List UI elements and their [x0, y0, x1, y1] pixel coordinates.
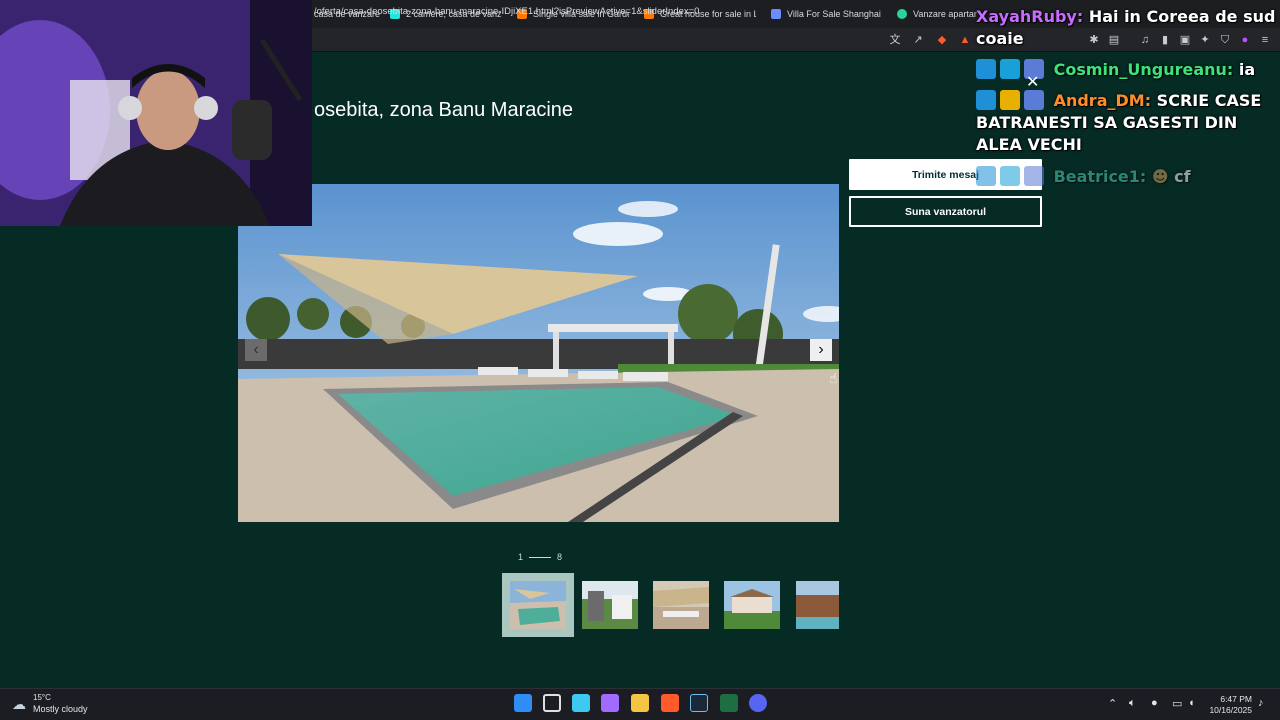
- chat-username: Cosmin_Ungureanu:: [1053, 60, 1234, 79]
- slider-divider: [529, 556, 552, 558]
- page-title: osebita, zona Banu Maracine: [314, 99, 574, 121]
- chat-username: Beatrice1:: [1053, 167, 1147, 186]
- moderator-badge-icon: [976, 90, 996, 110]
- thumbnail[interactable]: [510, 581, 566, 629]
- clock-date[interactable]: 10/16/2025: [1208, 705, 1252, 715]
- network-icon[interactable]: ▭: [1172, 697, 1182, 710]
- tab-label: Vanzare apartame: [913, 9, 977, 19]
- file-explorer-icon[interactable]: [631, 694, 649, 712]
- thumbnail[interactable]: [724, 581, 780, 629]
- cloud-icon: ☁: [12, 696, 26, 712]
- close-icon[interactable]: ✕: [1026, 72, 1039, 92]
- weather-temp[interactable]: 15°C: [33, 693, 51, 702]
- streamer-webcam-image: [0, 0, 312, 226]
- moderator-badge-icon: [976, 166, 996, 186]
- clock-time[interactable]: 6:47 PM: [1216, 694, 1252, 704]
- gallery-main-image[interactable]: [238, 184, 839, 522]
- thumbnail[interactable]: [653, 581, 709, 629]
- notification-bell-icon[interactable]: ♪: [1258, 697, 1264, 709]
- slider-counter: 1 8: [518, 552, 562, 562]
- translate-icon[interactable]: 文: [888, 33, 902, 47]
- brave-shield-icon[interactable]: ◆: [935, 33, 949, 47]
- excel-icon[interactable]: [720, 694, 738, 712]
- brave-rewards-icon[interactable]: ▲: [958, 33, 972, 47]
- hand-cursor-icon: ☝: [829, 370, 838, 386]
- brave-browser-icon[interactable]: [661, 694, 679, 712]
- widgets-icon[interactable]: [572, 694, 590, 712]
- call-seller-button[interactable]: Suna vanzatorul: [849, 196, 1042, 227]
- speaker-icon[interactable]: 🔈︎: [1129, 697, 1136, 710]
- chat-message: Beatrice1: ☻ cf: [976, 166, 1191, 188]
- tab-favicon-icon: [897, 9, 907, 19]
- browser-tab[interactable]: Vanzare apartame: [897, 4, 977, 24]
- chevron-up-icon[interactable]: ⌃: [1108, 697, 1117, 710]
- thumbnail[interactable]: [796, 581, 839, 629]
- subscriber-badge-icon: [1000, 166, 1020, 186]
- volume-icon[interactable]: ◖: [1188, 697, 1195, 709]
- url-field[interactable]: /oferta/casa-deosebita-zona-banu-maracin…: [314, 6, 699, 17]
- weather-desc[interactable]: Mostly cloudy: [33, 704, 88, 714]
- crown-badge-icon: [1000, 90, 1020, 110]
- chat-message: Cosmin_Ungureanu: ia: [976, 59, 1255, 81]
- browser-tab[interactable]: Villa For Sale Shanghai Ad: [771, 4, 883, 24]
- emote-icon: ☻: [1151, 167, 1169, 186]
- chat-message: Andra_DM: SCRIE CASE BATRANESTI SA GASES…: [976, 90, 1276, 156]
- pool-photo: [238, 184, 839, 522]
- subscriber-badge-icon: [1000, 59, 1020, 79]
- slider-current: 1: [518, 552, 524, 562]
- chat-username: XayahRuby:: [976, 7, 1084, 26]
- copilot-icon[interactable]: [601, 694, 619, 712]
- steam-icon[interactable]: [690, 694, 708, 712]
- discord-icon[interactable]: [749, 694, 767, 712]
- chat-username: Andra_DM:: [1053, 91, 1152, 110]
- share-icon[interactable]: ↗: [911, 33, 925, 47]
- robot-badge-icon: [1024, 90, 1044, 110]
- chat-text: ia: [1238, 60, 1256, 79]
- webcam-overlay: [0, 0, 312, 226]
- robot-badge-icon: [1024, 166, 1044, 186]
- chat-text: cf: [1174, 167, 1191, 186]
- moderator-badge-icon: [976, 59, 996, 79]
- tab-favicon-icon: [771, 9, 781, 19]
- chat-message: XayahRuby: Hai in Coreea de sud coaie: [976, 6, 1280, 50]
- microphone-icon[interactable]: ●: [1151, 697, 1158, 709]
- thumbnail[interactable]: [582, 581, 638, 629]
- gallery-prev-button[interactable]: ‹: [245, 339, 267, 361]
- gallery-next-button[interactable]: ›: [810, 339, 832, 361]
- task-view-icon[interactable]: [543, 694, 561, 712]
- slider-total: 8: [557, 552, 563, 562]
- windows-start-icon[interactable]: [514, 694, 532, 712]
- tab-label: Villa For Sale Shanghai Ad: [787, 9, 883, 19]
